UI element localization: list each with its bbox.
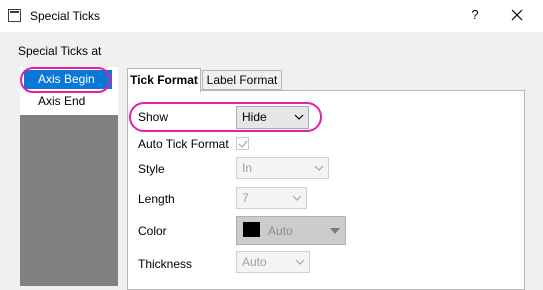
list-item-axis-begin[interactable]: Axis Begin [24, 70, 112, 89]
style-dropdown[interactable]: In [236, 157, 329, 179]
group-label: Special Ticks at [18, 44, 102, 58]
color-swatch [243, 222, 260, 237]
tab-label-format[interactable]: Label Format [202, 70, 282, 90]
triangle-down-icon [330, 228, 340, 234]
close-button[interactable] [505, 4, 529, 26]
thickness-dropdown[interactable]: Auto [236, 251, 310, 273]
thickness-label: Thickness [138, 257, 193, 271]
auto-tick-format-label: Auto Tick Format [138, 137, 229, 151]
auto-tick-format-checkbox[interactable] [236, 137, 249, 150]
style-label: Style [138, 162, 165, 176]
color-label: Color [138, 224, 167, 238]
close-icon [511, 9, 523, 21]
length-dropdown[interactable]: 7 [236, 187, 307, 209]
tab-tick-format[interactable]: Tick Format [127, 68, 201, 92]
list-item-axis-end[interactable]: Axis End [24, 92, 112, 111]
style-value: In [242, 161, 253, 175]
tick-format-panel: Show Hide Auto Tick Format Style In Leng… [127, 90, 525, 290]
checkmark-icon [238, 140, 248, 149]
length-value: 7 [242, 191, 249, 205]
window-title: Special Ticks [30, 9, 101, 23]
show-dropdown[interactable]: Hide [236, 106, 309, 129]
window-icon [8, 9, 21, 22]
show-label: Show [138, 110, 169, 124]
title-bar: Special Ticks ? [0, 0, 543, 32]
chevron-down-icon [295, 259, 305, 265]
chevron-down-icon [292, 195, 302, 201]
thickness-value: Auto [242, 255, 267, 269]
chevron-down-icon [294, 114, 304, 120]
chevron-down-icon [314, 165, 324, 171]
color-dropdown[interactable]: Auto [236, 216, 346, 245]
length-label: Length [138, 192, 175, 206]
show-value: Hide [242, 110, 267, 124]
position-list[interactable]: Axis Begin Axis End [20, 67, 118, 286]
color-value: Auto [268, 224, 293, 238]
help-button[interactable]: ? [464, 4, 486, 26]
